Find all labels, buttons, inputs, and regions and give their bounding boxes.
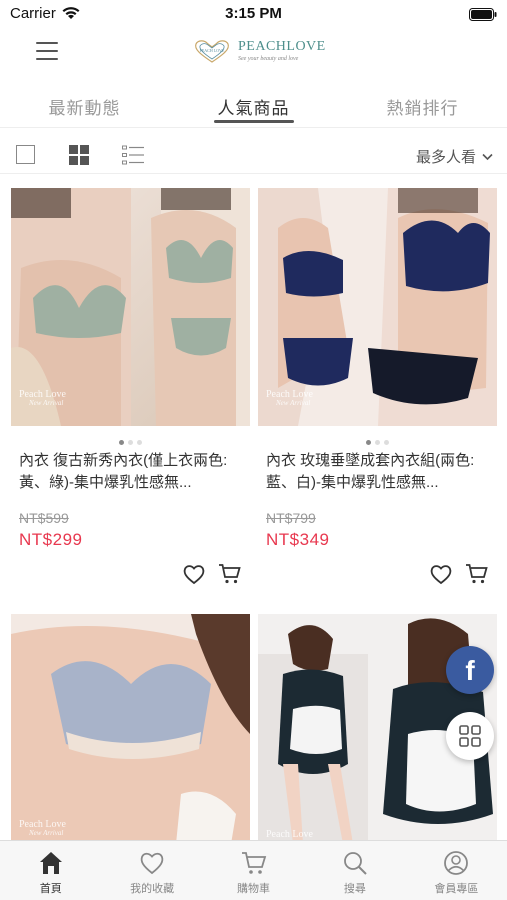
- menu-button[interactable]: [36, 42, 58, 60]
- heart-logo-icon: PEACH LOVE: [195, 40, 229, 63]
- carousel-dots: [11, 432, 250, 445]
- product-title[interactable]: 內衣 玫瑰垂墜成套內衣組(兩色:藍、白)-集中爆乳性感無...: [266, 450, 489, 494]
- nav-search[interactable]: 搜尋: [304, 841, 405, 900]
- product-card[interactable]: Peach Love New Arrival 內衣 玫瑰垂墜成套內衣組(兩色:藍、…: [258, 188, 497, 585]
- category-tabs: 最新動態 人氣商品 熱銷排行: [0, 84, 507, 128]
- carousel-dots: [258, 432, 497, 445]
- nav-label: 購物車: [237, 883, 271, 895]
- single-view-button[interactable]: [16, 145, 35, 164]
- favorite-button[interactable]: [429, 562, 453, 586]
- nav-home[interactable]: 首頁: [0, 841, 101, 900]
- product-grid: Peach Love New Arrival 內衣 復古新秀內衣(僅上衣兩色:黃、…: [0, 188, 507, 840]
- tab-popular[interactable]: 人氣商品: [169, 84, 338, 127]
- battery-icon: [469, 8, 497, 21]
- image-watermark: Peach Love: [266, 829, 313, 840]
- brand-logo: PEACH LOVE PEACHLOVE See your beauty and…: [190, 38, 326, 64]
- product-image[interactable]: Peach Love New Arrival: [11, 188, 250, 426]
- status-bar: Carrier 3:15 PM: [0, 0, 507, 28]
- sale-price: NT$299: [19, 530, 83, 549]
- brand-slogan: See your beauty and love: [238, 56, 299, 62]
- cart-icon: [466, 564, 488, 584]
- nav-label: 會員專區: [434, 883, 479, 895]
- cart-icon: [219, 564, 241, 584]
- sort-label: 最多人看: [415, 149, 476, 166]
- user-icon: [444, 851, 469, 875]
- app-header: PEACH LOVE PEACHLOVE See your beauty and…: [0, 28, 507, 78]
- search-icon: [344, 852, 367, 875]
- brand-name: PEACHLOVE: [238, 39, 326, 54]
- tab-latest[interactable]: 最新動態: [0, 84, 169, 127]
- heart-icon: [430, 565, 452, 585]
- list-view-icon[interactable]: [122, 145, 144, 165]
- home-icon: [39, 852, 62, 874]
- add-to-cart-button[interactable]: [218, 562, 242, 586]
- original-price: NT$799: [266, 510, 316, 526]
- product-image[interactable]: Peach Love New Arrival: [11, 614, 250, 840]
- quick-menu-button[interactable]: [446, 712, 494, 760]
- view-toolbar: 最多人看: [0, 134, 507, 174]
- heart-icon: [183, 565, 205, 585]
- product-image[interactable]: Peach Love New Arrival: [258, 188, 497, 426]
- chevron-down-icon: [482, 153, 493, 160]
- nav-favorites[interactable]: 我的收藏: [101, 841, 202, 900]
- sort-dropdown[interactable]: 最多人看: [416, 146, 493, 167]
- nav-member[interactable]: 會員專區: [406, 841, 507, 900]
- facebook-button[interactable]: f: [446, 646, 494, 694]
- heart-icon: [140, 852, 164, 875]
- bottom-navigation: 首頁 我的收藏 購物車 搜尋 會員專區: [0, 840, 507, 900]
- nav-label: 首頁: [39, 883, 62, 895]
- nav-cart[interactable]: 購物車: [203, 841, 304, 900]
- image-watermark: Peach Love New Arrival: [19, 819, 66, 838]
- original-price: NT$599: [19, 510, 69, 526]
- cart-icon: [241, 852, 266, 874]
- tab-best-selling[interactable]: 熱銷排行: [338, 84, 507, 127]
- grid-view-icon[interactable]: [69, 145, 89, 165]
- add-to-cart-button[interactable]: [465, 562, 489, 586]
- sale-price: NT$349: [266, 530, 330, 549]
- nav-label: 搜尋: [343, 883, 366, 895]
- product-card[interactable]: Peach Love New Arrival 內衣 復古新秀內衣(僅上衣兩色:黃、…: [11, 188, 250, 585]
- svg-text:PEACH LOVE: PEACH LOVE: [200, 48, 225, 53]
- image-watermark: Peach Love New Arrival: [266, 389, 313, 408]
- image-watermark: Peach Love New Arrival: [19, 389, 66, 408]
- grid-menu-icon: [459, 725, 481, 747]
- product-title[interactable]: 內衣 復古新秀內衣(僅上衣兩色:黃、綠)-集中爆乳性感無...: [19, 450, 242, 494]
- nav-label: 我的收藏: [130, 883, 175, 895]
- status-time: 3:15 PM: [225, 5, 282, 22]
- favorite-button[interactable]: [182, 562, 206, 586]
- product-card[interactable]: Peach Love New Arrival: [11, 614, 250, 840]
